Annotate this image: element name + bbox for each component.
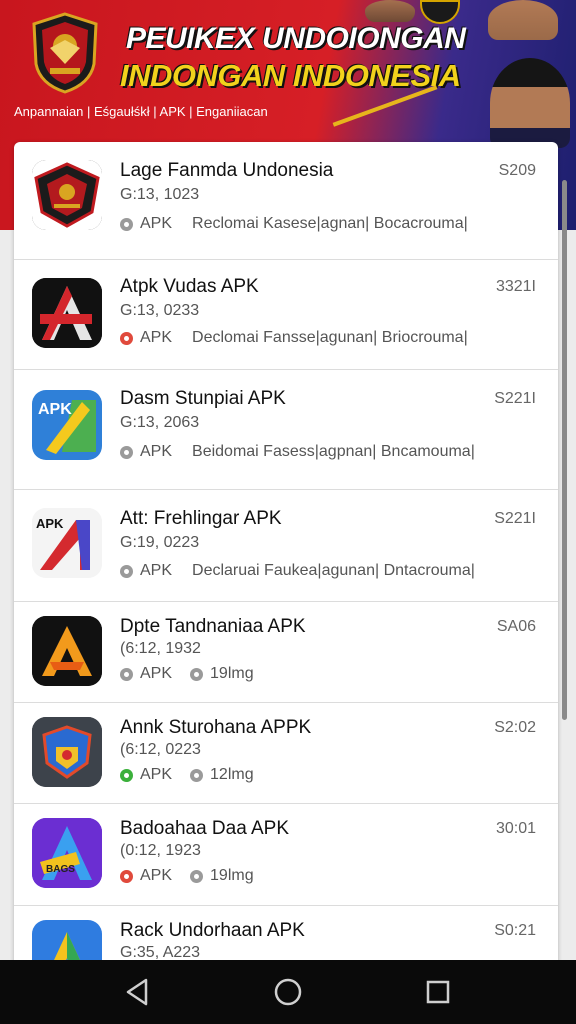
app-size: S0:21 [494, 922, 536, 939]
storage-icon [190, 667, 204, 681]
red-eagle-emblem-icon [32, 160, 102, 230]
app-name: Dpte Tandnaniaa APK [120, 616, 306, 637]
app-description: Beidomai Fasess|agpnan| Bncamouma| [192, 443, 475, 460]
app-size: S2:02 [494, 719, 536, 736]
badge-emblem-icon [420, 0, 460, 24]
app-size: 3321I [495, 278, 536, 295]
app-description: Declaruai Faukea|agunan| Dntacrouma| [192, 562, 475, 579]
app-size: SA06 [496, 618, 536, 635]
banner-caption: Anpannaian | Eśgaułśkł | APK | Enganiiac… [14, 104, 268, 119]
apk-blue-green-icon: APK [32, 390, 102, 460]
app-type: APK [140, 867, 173, 884]
portrait-image [488, 0, 558, 40]
app-file-size: 12lmg [210, 766, 254, 783]
banner-subtitle: INDONGAN INDONESIA [120, 58, 461, 93]
app-meta: APK 19lmg [120, 665, 254, 683]
shield-icon [120, 217, 133, 231]
banner-title: PEUIKEX UNDOIONGAN [126, 22, 466, 55]
app-meta: APK Declomai Fansse|agunan| Briocrouma| [120, 329, 468, 347]
back-icon[interactable] [122, 976, 154, 1008]
app-meta: APK 12lmg [120, 766, 254, 784]
recents-icon[interactable] [422, 976, 454, 1008]
shield-icon [120, 445, 133, 459]
app-date: (6:12, 1932 [120, 640, 201, 657]
svg-text:APK: APK [36, 516, 64, 531]
app-date: G:13, 2063 [120, 414, 200, 431]
app-date: (6:12, 0223 [120, 741, 201, 758]
app-type: APK [140, 665, 173, 682]
app-date: G:19, 0223 [120, 534, 200, 551]
shield-icon [120, 667, 133, 681]
scrollbar[interactable] [562, 180, 567, 720]
shield-icon [120, 869, 133, 883]
app-type: APK [140, 443, 173, 460]
app-size: S209 [498, 162, 536, 179]
app-name: Lage Fanmda Undonesia [120, 160, 334, 181]
blue-shield-icon [32, 717, 102, 787]
app-type: APK [140, 329, 173, 346]
app-meta: APK Beidomai Fasess|agpnan| Bncamouma| [120, 443, 475, 461]
app-type: APK [140, 766, 173, 783]
purple-a-icon: BAGS [32, 818, 102, 888]
app-type: APK [140, 562, 173, 579]
app-description: Declomai Fansse|agunan| Briocrouma| [192, 329, 468, 346]
list-item[interactable]: Dpte Tandnaniaa APK (6:12, 1932 SA06 APK… [14, 602, 558, 703]
app-meta: APK 19lmg [120, 867, 254, 885]
orange-a-icon [32, 616, 102, 686]
app-size: S221I [494, 390, 536, 407]
app-date: G:13, 1023 [120, 186, 200, 203]
app-meta: APK Declaruai Faukea|agunan| Dntacrouma| [120, 562, 475, 580]
svg-text:APK: APK [38, 401, 72, 418]
app-date: (0:12, 1923 [120, 842, 201, 859]
app-name: Dasm Stunpiai APK [120, 388, 286, 409]
red-white-a-icon [32, 278, 102, 348]
app-size: S221I [494, 510, 536, 527]
shield-icon [120, 564, 133, 578]
app-name: Annk Sturohana APPK [120, 717, 312, 738]
app-name: Att: Frehlingar APK [120, 508, 282, 529]
portrait-image [490, 58, 570, 148]
app-name: Badoahaa Daa APK [120, 818, 290, 839]
portrait-image [365, 0, 415, 22]
app-name: Rack Undorhaan APK [120, 920, 305, 941]
app-list: Lage Fanmda Undonesia G:13, 1023 S209 AP… [14, 142, 558, 972]
list-item[interactable]: Atpk Vudas APK G:13, 0233 3321I APK Decl… [14, 260, 558, 370]
list-item[interactable]: APK Dasm Stunpiai APK G:13, 2063 S221I A… [14, 370, 558, 490]
app-meta: APK Reclomai Kasese|agnan| Bocacrouma| [120, 215, 468, 233]
shield-icon [120, 331, 133, 345]
garuda-emblem-icon [32, 12, 98, 94]
storage-icon [190, 869, 204, 883]
storage-icon [190, 768, 204, 782]
list-item[interactable]: BAGS Badoahaa Daa APK (0:12, 1923 30:01 … [14, 804, 558, 906]
list-item[interactable]: Lage Fanmda Undonesia G:13, 1023 S209 AP… [14, 142, 558, 260]
list-item[interactable]: APK Att: Frehlingar APK G:19, 0223 S221I… [14, 490, 558, 602]
app-size: 30:01 [495, 820, 536, 837]
app-name: Atpk Vudas APK [120, 276, 259, 297]
app-description: Reclomai Kasese|agnan| Bocacrouma| [192, 215, 468, 232]
app-file-size: 19lmg [210, 867, 254, 884]
navigation-bar [0, 960, 576, 1024]
shield-icon [120, 768, 133, 782]
app-file-size: 19lmg [210, 665, 254, 682]
app-type: APK [140, 215, 173, 232]
home-icon[interactable] [272, 976, 304, 1008]
apk-red-a-icon: APK [32, 508, 102, 578]
svg-text:BAGS: BAGS [46, 864, 75, 875]
app-date: G:13, 0233 [120, 302, 200, 319]
list-item[interactable]: Annk Sturohana APPK (6:12, 0223 S2:02 AP… [14, 703, 558, 804]
